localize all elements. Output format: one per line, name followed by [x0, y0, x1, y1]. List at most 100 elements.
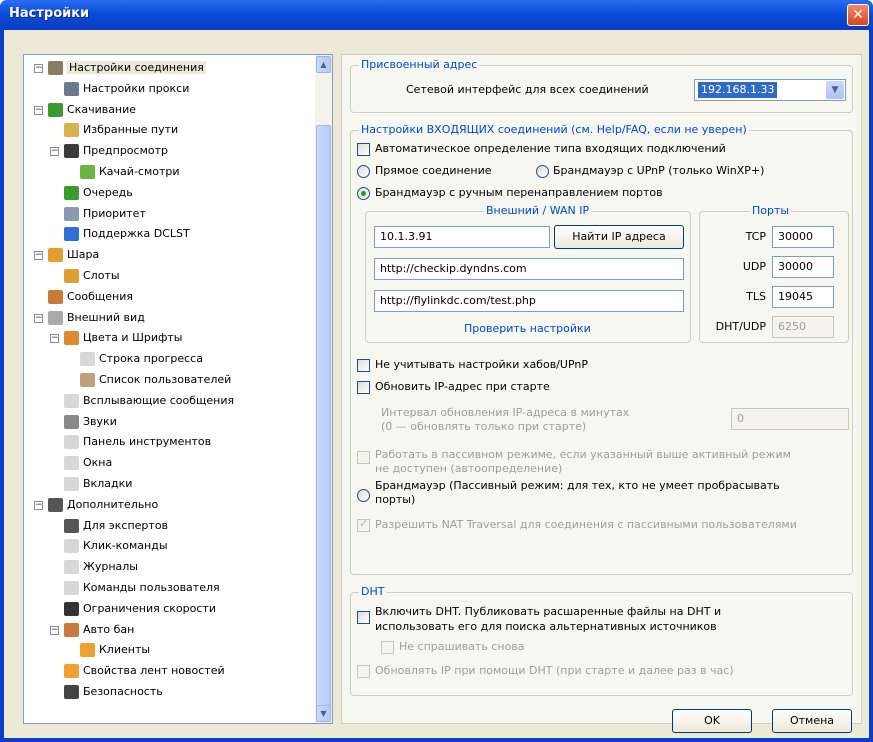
assigned-address-group: Присвоенный адрес Сетевой интерфейс для …	[350, 58, 853, 113]
tree-expander-icon[interactable]: −	[50, 334, 59, 344]
interface-select[interactable]: 192.168.1.33 ▼	[694, 79, 846, 101]
tree-item-label: Окна	[83, 456, 113, 470]
firewall-passive-radio[interactable]	[357, 489, 370, 502]
check-settings-link[interactable]: Проверить настройки	[464, 322, 591, 335]
tree-item-label: Скачивание	[67, 102, 137, 116]
tree-item-label: Для экспертов	[83, 518, 169, 532]
find-ip-button[interactable]: Найти IP адреса	[554, 225, 684, 249]
tree-item[interactable]: Для экспертов	[64, 517, 168, 535]
tree-item[interactable]: Всплывающие сообщения	[64, 392, 234, 410]
interface-selected-value: 192.168.1.33	[698, 82, 778, 98]
tree-item[interactable]: Список пользователей	[80, 371, 231, 389]
title-bar[interactable]: Настройки ✕	[0, 0, 873, 30]
tree-expander-icon[interactable]: −	[34, 500, 43, 510]
tree-item[interactable]: Очередь	[64, 184, 133, 202]
port-udp-input[interactable]: 30000	[772, 256, 834, 278]
tree-item-label: Вкладки	[83, 477, 133, 490]
auto-detect-checkbox[interactable]	[357, 143, 370, 156]
tree-item[interactable]: Панель инструментов	[64, 433, 211, 451]
tree-item-label: Поддержка DCLST	[83, 227, 190, 241]
tree-item[interactable]: Клиенты	[80, 641, 150, 659]
tree-expander-icon[interactable]: −	[34, 64, 43, 73]
port-dht-label: DHT/UDP	[715, 320, 766, 333]
clients-icon	[80, 643, 95, 658]
scroll-up-button[interactable]: ▲	[316, 56, 331, 73]
tree-item[interactable]: Избранные пути	[64, 121, 178, 139]
logs-icon	[64, 560, 79, 575]
check-url-1-input[interactable]: http://checkip.dyndns.com	[374, 258, 684, 280]
upnp-radio[interactable]	[536, 165, 549, 178]
update-ip-checkbox[interactable]	[357, 381, 370, 394]
tree-item[interactable]: Безопасность	[64, 683, 163, 701]
tree-item[interactable]: Поддержка DCLST	[64, 225, 190, 243]
tree-item[interactable]: Качай-смотри	[80, 163, 180, 181]
scroll-thumb[interactable]	[316, 125, 331, 715]
tree-item[interactable]: Скачивание	[48, 101, 136, 119]
tree-item[interactable]: Дополнительно	[48, 496, 158, 514]
check-url-2-input[interactable]: http://flylinkdc.com/test.php	[374, 290, 684, 312]
tree-expander-icon[interactable]: −	[50, 625, 59, 635]
tree-item[interactable]: Слоты	[64, 267, 120, 285]
tree-item[interactable]: Настройки соединения	[48, 59, 206, 77]
chevron-down-icon[interactable]: ▼	[826, 81, 844, 99]
dht-enable-label-1: Включить DHT. Публиковать расшаренные фа…	[375, 605, 722, 618]
tree-item[interactable]: Настройки прокси	[64, 80, 189, 98]
tree-item[interactable]: Внешний вид	[48, 309, 145, 327]
tree-expander-icon[interactable]: −	[34, 251, 43, 261]
wan-ip-input[interactable]: 10.1.3.91	[374, 226, 550, 248]
tree-item[interactable]: Клик-команды	[64, 537, 168, 555]
port-tls-input[interactable]: 19045	[772, 286, 834, 308]
dht-update-ip-label: Обновлять IP при помощи DHT (при старте …	[375, 664, 734, 677]
tree-expander-icon[interactable]: −	[50, 147, 59, 157]
tree-item[interactable]: Окна	[64, 454, 112, 472]
tree-item[interactable]: Предпросмотр	[64, 142, 168, 160]
speed-icon	[64, 601, 79, 616]
userlist-icon	[80, 373, 95, 387]
sound-icon	[64, 414, 79, 429]
port-tcp-label: TCP	[745, 230, 766, 243]
tree-item-label: Список пользователей	[99, 373, 232, 386]
tree-item-label: Внешний вид	[67, 310, 145, 324]
tree-item[interactable]: Звуки	[64, 413, 117, 431]
cancel-button[interactable]: Отмена	[772, 709, 852, 733]
port-tcp-input[interactable]: 30000	[772, 226, 834, 248]
tree-item-label: Авто бан	[83, 622, 135, 636]
ignore-hub-checkbox[interactable]	[357, 359, 370, 372]
tree-item-label: Предпросмотр	[83, 144, 168, 158]
close-button[interactable]: ✕	[847, 4, 869, 26]
tree-scrollbar[interactable]: ▲ ▼	[315, 55, 332, 723]
share-icon	[48, 248, 63, 263]
popup-icon	[64, 393, 79, 408]
tree-item[interactable]: Ограничения скорости	[64, 600, 216, 618]
tree-item[interactable]: Приоритет	[64, 205, 146, 223]
tree-item-label: Ограничения скорости	[83, 601, 216, 615]
tree-item[interactable]: Свойства лент новостей	[64, 662, 225, 680]
tree-item-label: Клиенты	[99, 643, 151, 657]
tree-item[interactable]: Авто бан	[64, 621, 134, 639]
tree-item-label: Свойства лент новостей	[83, 664, 225, 678]
tree-item[interactable]: Цвета и Шрифты	[64, 329, 182, 347]
tree-item[interactable]: Шара	[48, 246, 99, 264]
passive-checkbox	[357, 451, 370, 464]
direct-radio[interactable]	[357, 165, 370, 178]
ports-title: Порты	[750, 204, 792, 217]
ok-button[interactable]: OK	[672, 709, 752, 733]
tree-expander-icon[interactable]: −	[34, 313, 43, 323]
tree-item[interactable]: Сообщения	[48, 288, 133, 306]
tree-item[interactable]: Команды пользователя	[64, 579, 220, 597]
tree-item[interactable]: Вкладки	[64, 475, 132, 493]
tree-item[interactable]: Журналы	[64, 558, 138, 576]
scroll-down-button[interactable]: ▼	[316, 705, 331, 722]
tabs-icon	[64, 477, 79, 491]
wan-group: Внешний / WAN IP 10.1.3.91 Найти IP адре…	[365, 204, 691, 343]
incoming-group: Настройки ВХОДЯЩИХ соединений (см. Help/…	[350, 123, 853, 575]
manual-forward-radio[interactable]	[357, 187, 370, 200]
tree-expander-icon[interactable]: −	[34, 105, 43, 115]
dht-dont-ask-label: Не спрашивать снова	[399, 640, 525, 653]
tree-item-label: Очередь	[83, 185, 133, 199]
direct-label: Прямое соединение	[375, 164, 492, 177]
tree-item[interactable]: Строка прогресса	[80, 350, 203, 368]
tree-item-label: Строка прогресса	[99, 352, 203, 366]
tree-item-label: Панель инструментов	[83, 435, 212, 449]
dht-enable-checkbox[interactable]	[357, 611, 370, 624]
